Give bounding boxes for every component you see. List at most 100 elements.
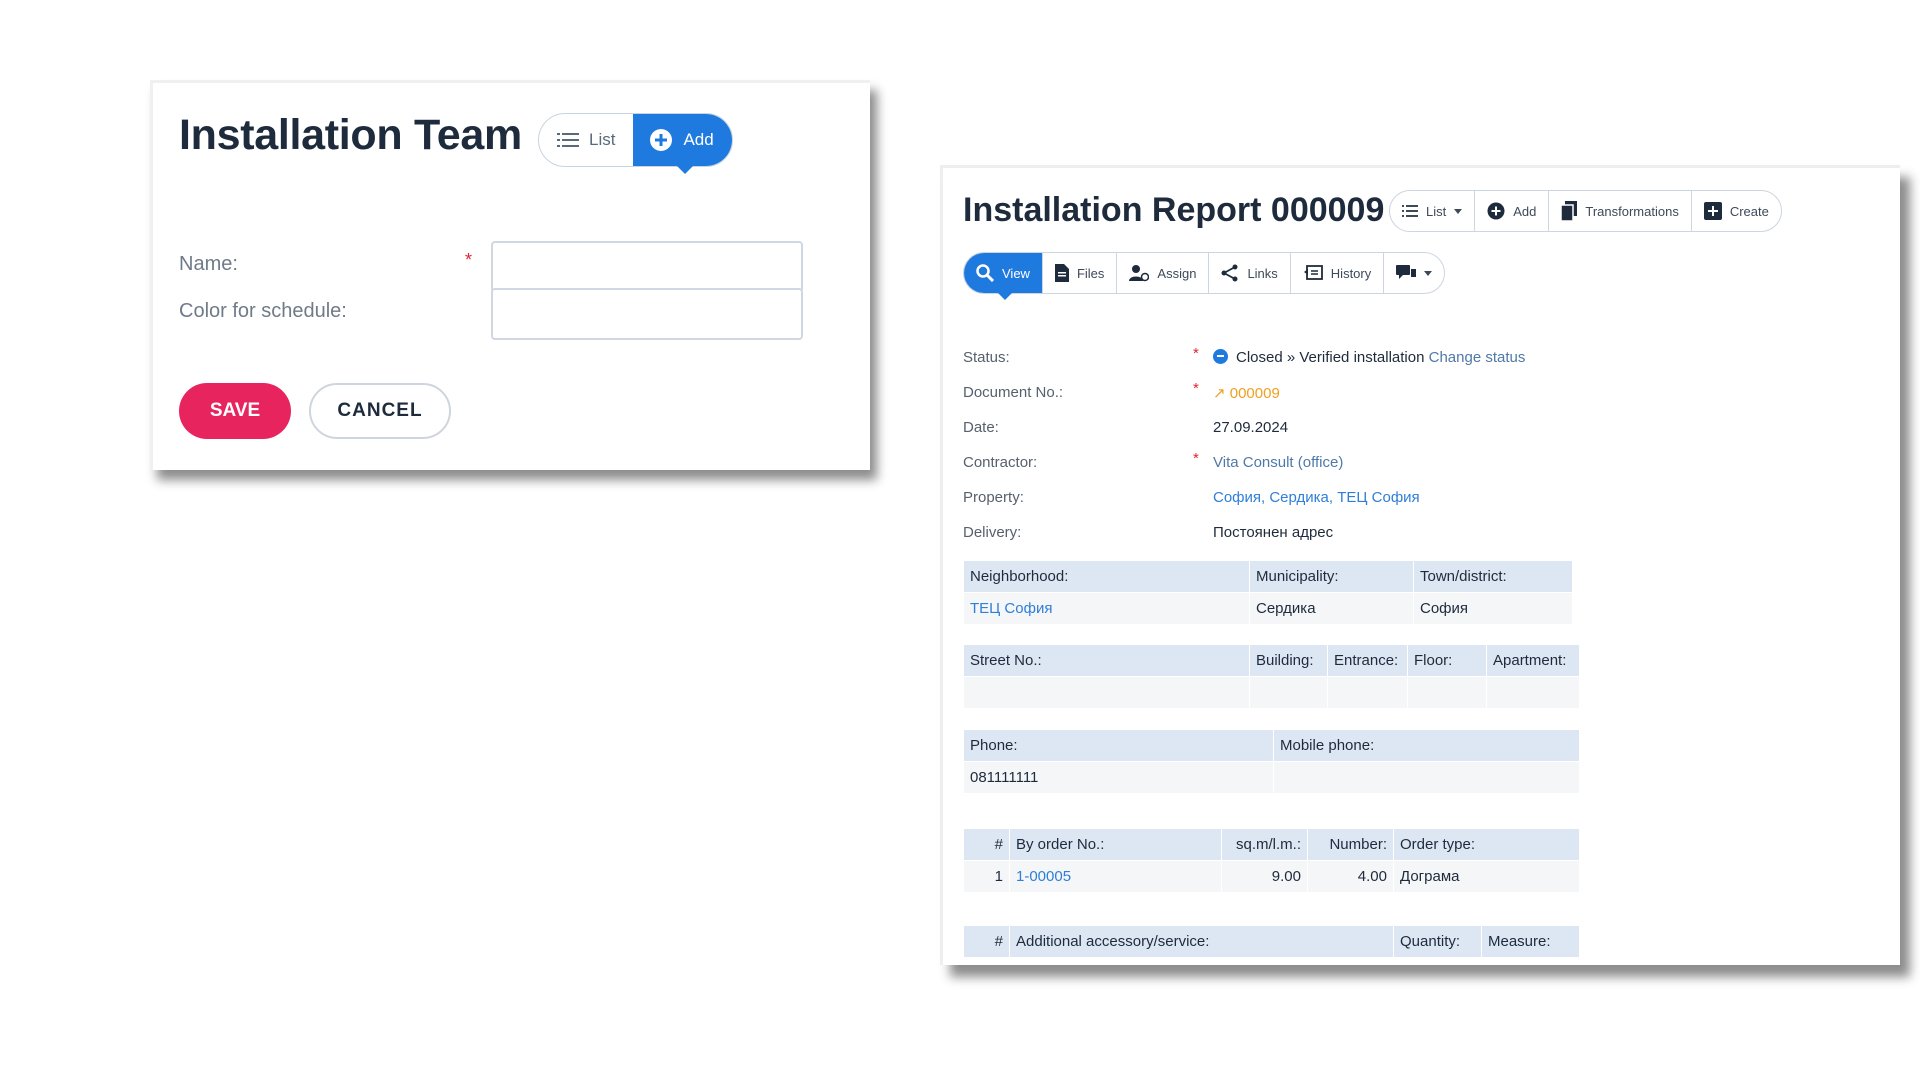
tab-history[interactable]: History	[1291, 253, 1385, 293]
tab-assign[interactable]: Assign	[1117, 253, 1210, 293]
status-value: Closed » Verified installation Change st…	[1213, 349, 1525, 366]
status-text: Closed » Verified installation	[1236, 349, 1425, 366]
table-header-row: Neighborhood: Municipality: Town/distric…	[963, 560, 1573, 593]
phone-value: 081111111	[963, 761, 1274, 794]
accessory-header: Additional accessory/service:	[1009, 925, 1394, 958]
order-number-header: By order No.:	[1009, 828, 1222, 861]
property-link[interactable]: София, Сердика, ТЕЦ София	[1213, 489, 1420, 506]
street-header: Street No.:	[963, 644, 1250, 677]
transformations-label: Transformations	[1585, 203, 1679, 219]
building-value	[1249, 676, 1328, 709]
change-status-link[interactable]: Change status	[1429, 349, 1526, 366]
table-row: 1 1-00005 9.00 4.00 Дограма	[963, 860, 1580, 893]
row-number: 1	[963, 860, 1010, 893]
tab-assign-label: Assign	[1157, 265, 1197, 281]
report-toolbar: List Add Transformations Create	[1389, 190, 1782, 232]
plus-square-icon	[1703, 202, 1722, 220]
add-label: Add	[1513, 203, 1537, 219]
add-button[interactable]: Add	[1475, 191, 1550, 231]
list-button[interactable]: List	[539, 114, 633, 166]
floor-header: Floor:	[1407, 644, 1487, 677]
documents-icon	[1561, 201, 1578, 221]
report-title: Installation Report 000009	[963, 191, 1385, 229]
table-header-row: # Additional accessory/service: Quantity…	[963, 925, 1580, 958]
user-assign-icon	[1129, 264, 1150, 282]
list-label: List	[1426, 203, 1447, 219]
tab-files[interactable]: Files	[1043, 253, 1118, 293]
street-value	[963, 676, 1250, 709]
save-button[interactable]: SAVE	[179, 383, 291, 439]
installation-team-panel: Installation Team List Add Name: * Color…	[150, 80, 870, 470]
add-button[interactable]: Add	[633, 114, 732, 174]
property-label: Property:	[963, 489, 1024, 506]
mobile-phone-header: Mobile phone:	[1273, 729, 1580, 762]
location-table: Neighborhood: Municipality: Town/distric…	[963, 560, 1573, 625]
file-icon	[1054, 264, 1069, 282]
phone-table: Phone: Mobile phone: 081111111	[963, 729, 1580, 794]
table-header-row: Phone: Mobile phone:	[963, 729, 1580, 762]
document-number-link[interactable]: ↗ 000009	[1213, 384, 1280, 402]
address-table: Street No.: Building: Entrance: Floor: A…	[963, 644, 1580, 709]
tab-links[interactable]: Links	[1209, 253, 1291, 293]
table-row: 081111111	[963, 761, 1580, 794]
chevron-down-icon	[1424, 270, 1433, 276]
plus-circle-icon	[1487, 202, 1505, 220]
table-row: ТЕЦ София Сердика София	[963, 592, 1573, 625]
neighborhood-link[interactable]: ТЕЦ София	[963, 592, 1250, 625]
floor-value	[1407, 676, 1487, 709]
entrance-header: Entrance:	[1327, 644, 1408, 677]
required-marker: *	[1193, 380, 1199, 397]
comments-icon	[1396, 265, 1417, 281]
tab-files-label: Files	[1076, 265, 1105, 281]
apartment-value	[1486, 676, 1580, 709]
chevron-down-icon	[1454, 208, 1463, 214]
list-button-label: List	[589, 130, 616, 149]
status-label: Status:	[963, 349, 1010, 366]
name-input[interactable]	[491, 241, 803, 293]
tab-comments[interactable]	[1384, 253, 1444, 293]
table-header-row: # By order No.: sq.m/l.m.: Number: Order…	[963, 828, 1580, 861]
color-input[interactable]	[491, 288, 803, 340]
building-header: Building:	[1249, 644, 1328, 677]
municipality-header: Municipality:	[1249, 560, 1414, 593]
municipality-value: Сердика	[1249, 592, 1414, 625]
tab-view[interactable]: View	[964, 253, 1043, 300]
list-icon	[1402, 205, 1418, 217]
required-marker: *	[1193, 345, 1199, 362]
order-number-link[interactable]: 1-00005	[1009, 860, 1222, 893]
report-tabs: View Files Assign Links History	[963, 252, 1446, 300]
create-label: Create	[1729, 203, 1769, 219]
share-icon	[1221, 264, 1239, 282]
installation-team-card: Installation Team List Add Name: * Color…	[150, 80, 870, 470]
entrance-value	[1327, 676, 1408, 709]
required-marker: *	[465, 250, 473, 270]
installation-report-card: Installation Report 000009 List Add Tran…	[940, 165, 1900, 965]
page-title: Installation Team	[179, 111, 522, 159]
contractor-label: Contractor:	[963, 454, 1038, 471]
table-header-row: Street No.: Building: Entrance: Floor: A…	[963, 644, 1580, 677]
table-row	[963, 676, 1580, 709]
add-button-label: Add	[683, 130, 714, 149]
neighborhood-header: Neighborhood:	[963, 560, 1250, 593]
order-type-value: Дограма	[1393, 860, 1580, 893]
cancel-button[interactable]: CANCEL	[309, 383, 451, 439]
row-number-header: #	[963, 828, 1010, 861]
order-type-header: Order type:	[1393, 828, 1580, 861]
list-dropdown-button[interactable]: List	[1390, 191, 1476, 231]
date-value: 27.09.2024	[1213, 419, 1289, 436]
area-value: 9.00	[1221, 860, 1308, 893]
date-label: Date:	[963, 419, 999, 436]
number-header: Number:	[1307, 828, 1394, 861]
transformations-button[interactable]: Transformations	[1549, 191, 1692, 231]
name-label: Name:	[179, 253, 238, 275]
create-button[interactable]: Create	[1692, 191, 1781, 231]
contractor-link[interactable]: Vita Consult (office)	[1213, 454, 1343, 471]
number-value: 4.00	[1307, 860, 1394, 893]
view-switcher: List Add	[538, 113, 733, 174]
phone-header: Phone:	[963, 729, 1274, 762]
required-marker: *	[1193, 450, 1199, 467]
tab-history-label: History	[1330, 265, 1372, 281]
tab-view-label: View	[1002, 265, 1030, 281]
town-header: Town/district:	[1413, 560, 1573, 593]
row-number-header: #	[963, 925, 1010, 958]
